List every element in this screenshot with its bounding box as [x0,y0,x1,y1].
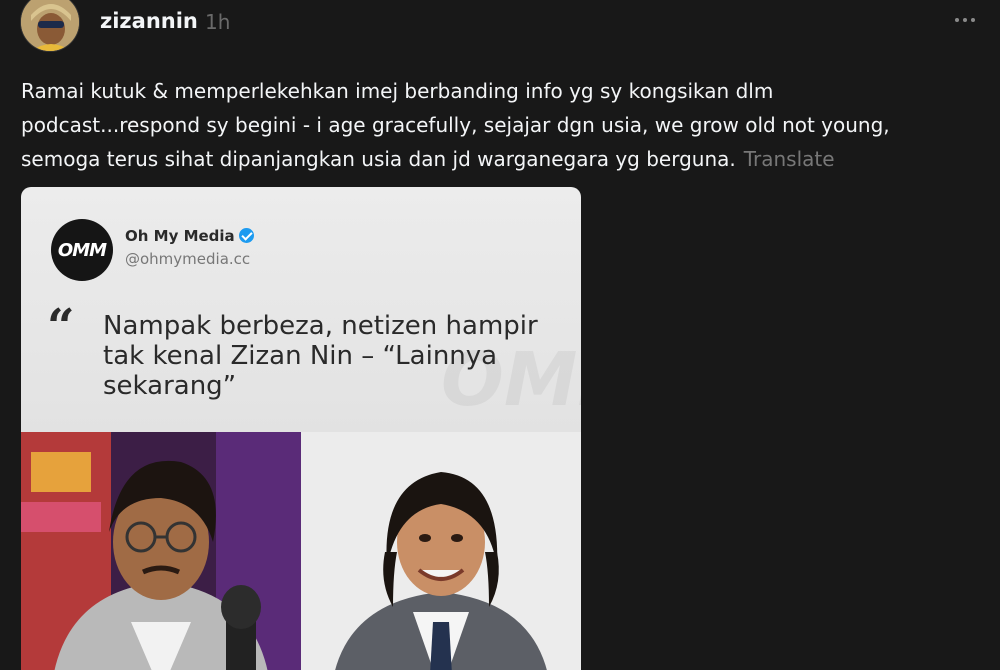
news-headline: Nampak berbeza, netizen hampir tak kenal… [103,311,538,401]
caption-line: podcast...respond sy begini - i age grac… [21,113,890,137]
verified-badge-icon [238,228,254,243]
source-handle: @ohmymedia.cc [125,250,251,268]
more-options-button[interactable] [950,8,980,32]
source-logo: OMM [51,219,113,281]
username[interactable]: zizannin [100,9,198,33]
post-image[interactable]: OMM OMM Oh My Media @ohmymedia.cc “ Namp… [21,187,581,670]
photo-older [21,432,301,670]
photo-younger [301,432,581,670]
source-name: Oh My Media [125,227,254,245]
source-logo-text: OMM [57,239,107,261]
caption-line: Ramai kutuk & memperlekehkan imej berban… [21,79,774,103]
caption-line-text: semoga terus sihat dipanjangkan usia dan… [21,147,736,171]
avatar-image [21,0,79,51]
quote-icon: “ [47,299,75,355]
translate-link[interactable]: Translate [744,147,835,171]
more-horizontal-icon [955,18,959,22]
photo-older-image [21,432,301,670]
post-timestamp: 1h [205,10,231,34]
source-name-text: Oh My Media [125,227,235,245]
caption-line: semoga terus sihat dipanjangkan usia dan… [21,142,981,176]
photo-younger-image [301,432,581,670]
thread-post: zizannin 1h Ramai kutuk & memperlekehkan… [0,0,1000,670]
post-caption: Ramai kutuk & memperlekehkan imej berban… [21,74,981,176]
avatar[interactable] [20,0,80,52]
